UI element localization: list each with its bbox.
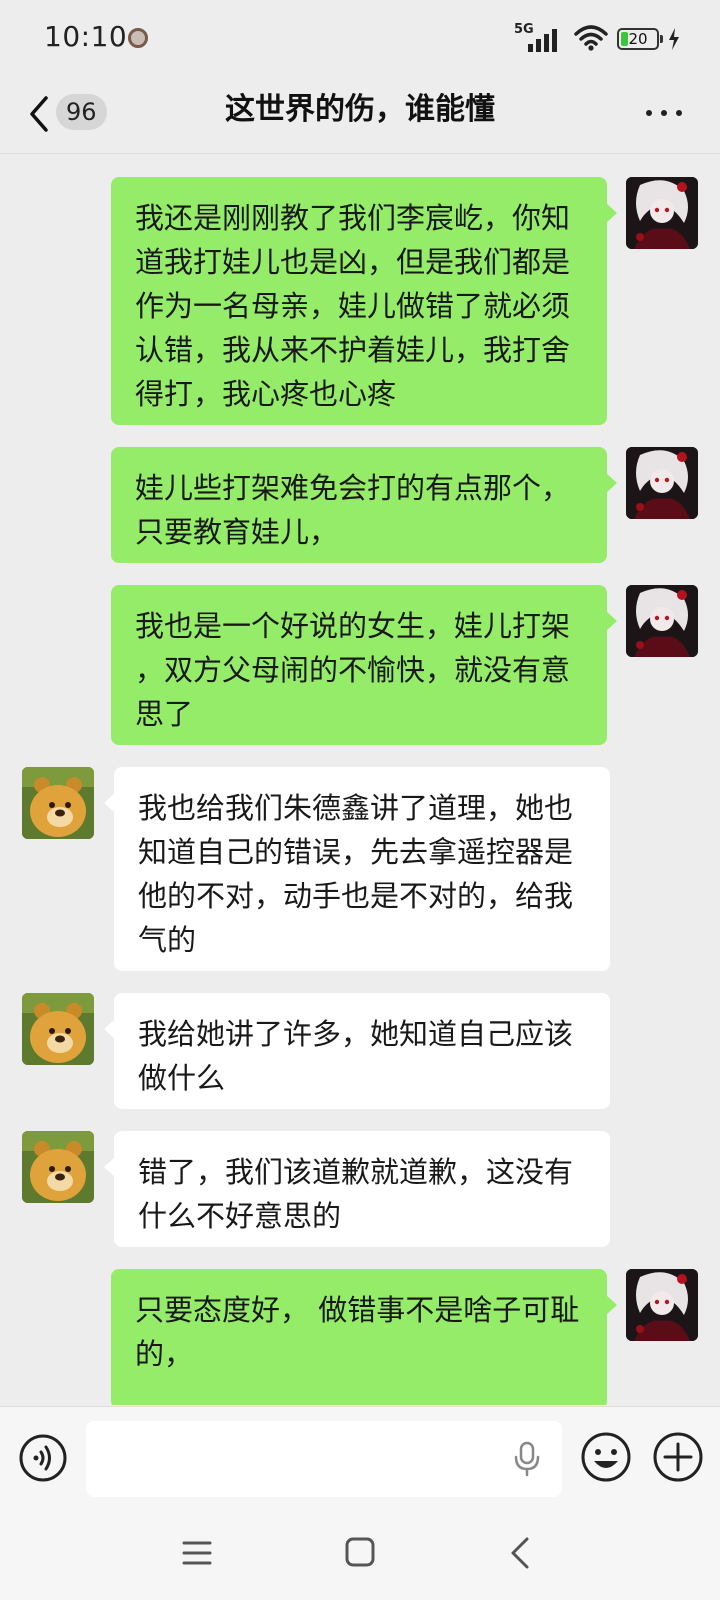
battery-cap — [660, 35, 663, 43]
emoji-icon — [581, 1432, 631, 1482]
emoji-button[interactable] — [580, 1431, 632, 1483]
avatar-image — [626, 177, 698, 249]
status-time: 10:10 — [44, 20, 128, 53]
avatar-image — [626, 1269, 698, 1341]
more-dots-icon — [646, 110, 652, 116]
voice-toggle-button[interactable] — [18, 1433, 68, 1483]
system-nav-bar — [0, 1510, 720, 1600]
message-list[interactable]: 我还是刚刚教了我们李宸屹，你知道我打娃儿也是凶，但是我们都是作为一名母亲，娃儿做… — [0, 155, 720, 1405]
plus-icon — [653, 1432, 703, 1482]
notification-app-icon — [128, 28, 148, 48]
avatar-contact[interactable] — [22, 767, 94, 839]
home-square-icon[interactable] — [344, 1536, 376, 1568]
message-bubble[interactable]: 我还是刚刚教了我们李宸屹，你知道我打娃儿也是凶，但是我们都是作为一名母亲，娃儿做… — [111, 177, 617, 425]
message-bubble[interactable]: 错了，我们该道歉就道歉，这没有什么不好意思的 — [104, 1131, 610, 1247]
message-input[interactable] — [86, 1421, 562, 1497]
more-functions-button[interactable] — [652, 1431, 704, 1483]
nav-back-icon[interactable] — [508, 1536, 532, 1570]
avatar-contact[interactable] — [22, 1131, 94, 1203]
battery-percent: 20 — [628, 30, 648, 48]
mic-icon[interactable] — [514, 1441, 540, 1477]
battery-icon: 20 — [617, 28, 659, 50]
message-bubble[interactable]: 娃儿些打架难免会打的有点那个，只要教育娃儿， — [111, 447, 617, 563]
message-bubble[interactable]: 我也给我们朱德鑫讲了道理，她也知道自己的错误，先去拿遥控器是他的不对，动手也是不… — [104, 767, 610, 971]
message-bubble[interactable]: 我也是一个好说的女生，娃儿打架 ，双方父母闹的不愉快，就没有意思了 — [111, 585, 617, 745]
avatar-image — [22, 767, 94, 839]
avatar-contact[interactable] — [22, 993, 94, 1065]
avatar-self[interactable] — [626, 1269, 698, 1341]
avatar-image — [22, 1131, 94, 1203]
voice-icon — [19, 1434, 67, 1482]
charging-bolt-icon — [669, 28, 679, 50]
avatar-image — [626, 585, 698, 657]
avatar-self[interactable] — [626, 585, 698, 657]
unread-count-badge: 96 — [56, 94, 107, 130]
more-dot — [676, 110, 682, 116]
signal-icon — [528, 29, 557, 52]
wifi-icon — [574, 25, 608, 51]
avatar-self[interactable] — [626, 177, 698, 249]
back-button[interactable]: 96 — [24, 92, 114, 136]
avatar-self[interactable] — [626, 447, 698, 519]
more-options-button[interactable] — [646, 94, 690, 130]
chat-header: 这世界的伤，谁能懂 96 — [0, 76, 720, 154]
avatar-image — [22, 993, 94, 1065]
chat-input-bar — [0, 1406, 720, 1510]
chevron-left-icon — [30, 96, 48, 132]
status-bar: 10:10 5G 20 — [0, 0, 720, 76]
avatar-image — [626, 447, 698, 519]
more-dot — [661, 110, 667, 116]
message-bubble[interactable]: 我给她讲了许多，她知道自己应该做什么 — [104, 993, 610, 1109]
message-bubble[interactable]: 只要态度好， 做错事不是啥子可耻的， — [111, 1269, 617, 1405]
menu-icon[interactable] — [182, 1540, 212, 1566]
